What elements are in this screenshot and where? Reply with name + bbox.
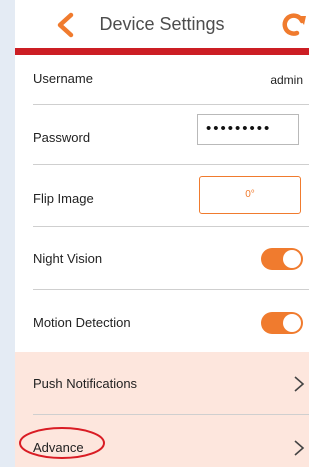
username-value: admin: [270, 73, 303, 87]
username-label: Username: [33, 71, 93, 86]
flip-image-label: Flip Image: [33, 191, 94, 206]
chevron-right-icon: [294, 376, 305, 392]
username-row: Username admin: [15, 55, 309, 105]
night-vision-toggle[interactable]: [261, 248, 303, 270]
toggle-knob: [283, 250, 301, 268]
password-input[interactable]: •••••••••: [197, 114, 299, 145]
toggle-knob: [283, 314, 301, 332]
refresh-button[interactable]: [281, 12, 307, 38]
night-vision-row: Night Vision: [15, 227, 309, 290]
motion-detection-label: Motion Detection: [33, 315, 131, 330]
flip-image-row: Flip Image 0°: [15, 165, 309, 227]
chevron-right-icon: [294, 440, 305, 456]
password-label: Password: [33, 130, 91, 145]
night-vision-label: Night Vision: [33, 251, 103, 266]
push-notifications-label: Push Notifications: [33, 376, 138, 391]
password-row: Password •••••••••: [15, 105, 309, 165]
header-divider: [15, 48, 309, 55]
motion-detection-row: Motion Detection: [15, 290, 309, 352]
left-edge-strip: [0, 0, 15, 467]
motion-detection-toggle[interactable]: [261, 312, 303, 334]
header-bar: Device Settings: [15, 0, 309, 48]
refresh-icon: [282, 13, 306, 36]
push-notifications-row[interactable]: Push Notifications: [15, 352, 309, 415]
advance-row[interactable]: Advance: [15, 415, 309, 467]
device-settings-screen: Device Settings Username admin Password …: [15, 0, 309, 467]
advance-label: Advance: [33, 440, 84, 455]
flip-image-selector[interactable]: 0°: [199, 176, 301, 214]
page-title: Device Settings: [99, 14, 225, 34]
